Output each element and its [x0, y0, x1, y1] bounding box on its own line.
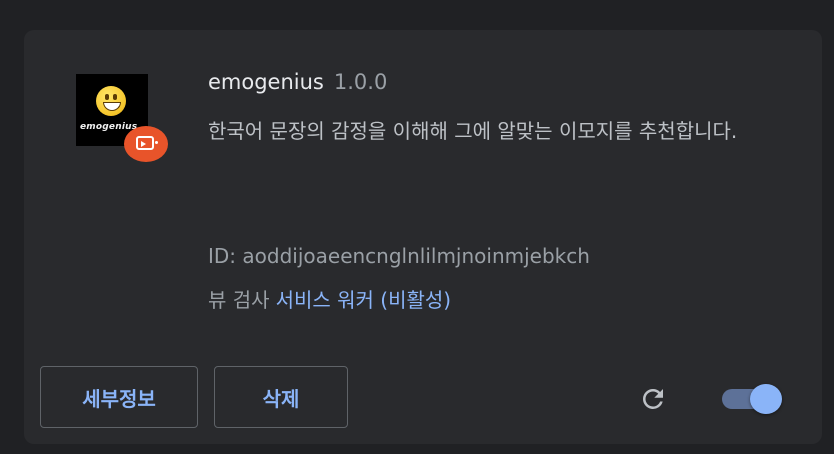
enable-toggle[interactable]: [720, 384, 786, 414]
inspect-views-label: 뷰 검사: [208, 288, 270, 312]
smiley-face-icon: [96, 86, 126, 116]
extension-icon-text: emogenius: [80, 122, 138, 132]
extension-description: 한국어 문장의 감정을 이해해 그에 알맞는 이모지를 추천합니다.: [208, 119, 738, 143]
toggle-knob: [750, 384, 782, 414]
extension-version: 1.0.0: [333, 70, 388, 94]
service-worker-link[interactable]: 서비스 워커 (비활성): [276, 288, 452, 312]
extension-card: emogenius emogenius 1.0.0 한국어 문장의 감정을 이해해…: [24, 30, 822, 444]
inspect-views-row: 뷰 검사 서비스 워커 (비활성): [208, 284, 451, 313]
extension-name: emogenius: [208, 70, 324, 94]
extension-title-row: emogenius 1.0.0: [208, 70, 387, 94]
remove-button[interactable]: 삭제: [214, 366, 348, 428]
details-button[interactable]: 세부정보: [40, 366, 198, 428]
policy-installed-badge-icon: [124, 126, 168, 162]
extension-id: ID: aoddijoaeencnglnlilmjnoinmjebkch: [208, 244, 590, 268]
reload-icon[interactable]: [638, 384, 668, 414]
